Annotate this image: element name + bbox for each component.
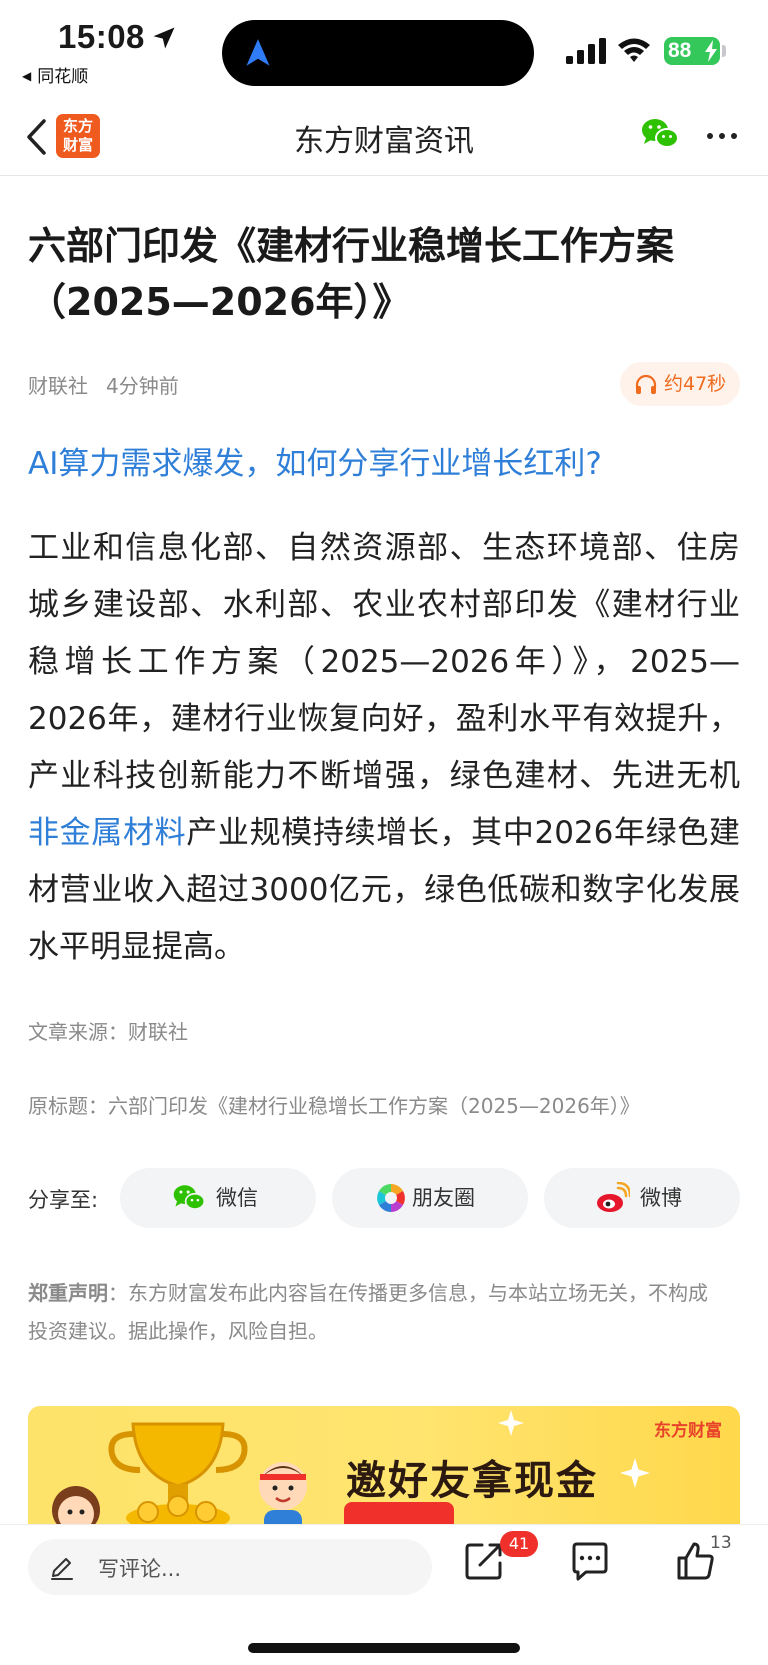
comment-input[interactable]: 写评论... [28,1539,432,1595]
share-wechat-label: 微信 [216,1186,258,1210]
audio-play-button[interactable]: 约47秒 [620,362,740,406]
banner-tag [344,1502,454,1526]
article-source: 财联社 [28,374,88,398]
more-icon[interactable] [704,124,740,148]
promo-banner[interactable]: 东方财富 邀好友拿现金 [28,1406,740,1526]
keyword-link[interactable]: 非金属材料 [28,815,186,851]
share-label: 分享至: [28,1188,99,1212]
banner-brand: 东方财富 [654,1421,722,1441]
pen-icon [51,1558,73,1580]
wechat-icon [173,1185,206,1210]
battery-indicator: 88 [664,37,720,65]
back-triangle-icon: ◀ [22,69,32,83]
back-to-app-link[interactable]: ◀ 同花顺 [22,62,88,87]
character-girl-icon [52,1486,100,1526]
article-time: 4分钟前 [106,374,179,398]
signal-icon [566,38,606,64]
comment-placeholder: 写评论... [98,1557,182,1581]
wechat-icon[interactable] [640,116,680,152]
home-indicator [248,1643,520,1653]
original-title-line: 原标题：六部门印发《建材行业稳增长工作方案（2025—2026年）》 [28,1094,640,1118]
share-weibo-button[interactable]: 微博 [544,1168,740,1228]
share-wechat-button[interactable]: 微信 [120,1168,316,1228]
article-body: 工业和信息化部、自然资源部、生态环境部、住房城乡建设部、水利部、农业农村部印发《… [28,520,740,976]
sparkle-icon [498,1410,524,1436]
banner-headline: 邀好友拿现金 [346,1458,598,1504]
battery-bolt-icon [705,40,717,62]
share-moments-label: 朋友圈 [412,1186,475,1210]
status-bar: 15:08 ◀ 同花顺 88 [0,0,768,100]
wifi-icon [618,38,650,62]
share-moments-button[interactable]: 朋友圈 [332,1168,528,1228]
disclaimer: 郑重声明：东方财富发布此内容旨在传播更多信息，与本站立场无关，不构成投资建议。据… [28,1274,718,1350]
navigation-arrow-icon [246,39,270,66]
dynamic-island [222,20,534,86]
share-weibo-label: 微博 [640,1186,682,1210]
comment-icon[interactable] [568,1539,612,1583]
article-meta: 财联社 4分钟前 [28,370,179,399]
disclaimer-label: 郑重声明 [28,1281,108,1305]
share-count-badge: 41 [500,1531,538,1557]
status-time: 15:08 [58,18,145,55]
article-source-line: 文章来源：财联社 [28,1020,188,1044]
body-text-part-1: 工业和信息化部、自然资源部、生态环境部、住房城乡建设部、水利部、农业农村部印发《… [28,530,740,794]
article-title: 六部门印发《建材行业稳增长工作方案（2025—2026年）》 [28,224,675,324]
disclaimer-text: ：东方财富发布此内容旨在传播更多信息，与本站立场无关，不构成投资建议。据此操作，… [28,1281,708,1343]
battery-cap [722,45,726,57]
moments-icon [377,1184,405,1212]
sparkle-icon [620,1458,650,1488]
character-boy-icon [259,1462,307,1526]
battery-level: 88 [668,39,692,62]
audio-duration: 约47秒 [664,373,727,395]
headphones-icon [635,374,657,394]
weibo-icon [597,1182,630,1212]
location-arrow-icon [153,27,175,49]
back-app-label: 同花顺 [37,67,89,87]
nav-bar: 东方 财富 东方财富资讯 [0,100,768,176]
bottom-bar: 写评论... 41 13 [0,1524,768,1665]
promo-link[interactable]: AI算力需求爆发，如何分享行业增长红利? [28,438,602,483]
like-count: 13 [710,1533,732,1553]
